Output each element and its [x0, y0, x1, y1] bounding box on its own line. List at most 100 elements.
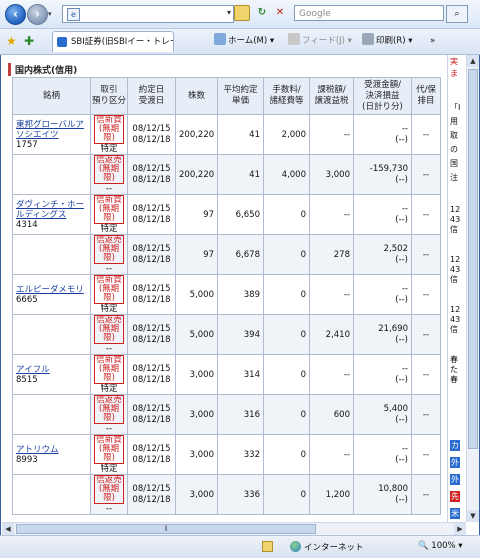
account-type: -- [105, 344, 113, 354]
stock-link[interactable]: アトリウム [16, 445, 87, 455]
side-panel-text: 信 [450, 325, 458, 334]
stock-link[interactable]: 東邦グローバルアソシエイツ [16, 120, 87, 140]
col-header-dates: 約定日 受渡日 [127, 77, 176, 115]
address-dropdown-icon[interactable]: ▾ [227, 8, 231, 17]
side-panel-text: 先 [450, 491, 460, 502]
scroll-left-icon[interactable]: ◀ [2, 523, 14, 535]
right-side-panel: 実ま「I 用取の国注 12 43 信 12 43 信 12 43 信春た春カ外外先米 [447, 55, 466, 522]
table-body: 東邦グローバルアソシエイツ 1757 信新買 (無期限) 特定 08/12/15 08/12… [12, 114, 441, 515]
side-panel-text: 43 [450, 265, 461, 274]
trade-type-cell: 信新買 (無期限) 特定 [90, 114, 128, 155]
fee-cell: 2,000 [263, 114, 310, 155]
side-panel-text: 実 [450, 57, 458, 66]
side-panel-text: 12 [450, 205, 461, 214]
side-panel-text: 外 [450, 457, 460, 468]
zoom-control[interactable]: 🔍 100% ▾ [418, 541, 463, 551]
home-button[interactable]: ホーム(M) ▾ [214, 30, 274, 52]
tail-cell: -- [411, 154, 441, 195]
dates-cell: 08/12/15 08/12/18 [127, 314, 176, 355]
toolbar-chevron-icon[interactable]: » [430, 30, 435, 52]
fee-cell: 0 [263, 354, 310, 395]
stock-link[interactable]: エルピーダメモリ [16, 285, 87, 295]
price-cell: 314 [217, 354, 264, 395]
col-header-pl: 受渡金額/ 決済損益 (日計り分) [353, 77, 412, 115]
tail-cell: -- [411, 114, 441, 155]
stop-icon[interactable]: ✕ [272, 5, 288, 21]
address-bar[interactable]: e ▾ [62, 5, 234, 23]
side-panel-text: ま [450, 69, 458, 78]
pl-cell: -- (--) [353, 194, 412, 235]
print-icon [362, 33, 374, 45]
table-row: エルピーダメモリ 6665 信新買 (無期限) 特定 08/12/15 08/12/18 5,… [12, 274, 441, 315]
stock-name-cell [12, 234, 91, 275]
print-button[interactable]: 印刷(R) ▾ [362, 30, 413, 52]
fee-cell: 4,000 [263, 154, 310, 195]
pl-cell: -- (--) [353, 274, 412, 315]
trade-type-label: 信返売 (無期限) [94, 315, 124, 344]
vertical-scrollbar[interactable]: ▲ ▼ [466, 55, 479, 522]
col-header-name: 銘柄 [12, 77, 91, 115]
shares-cell: 3,000 [175, 434, 218, 475]
dates-cell: 08/12/15 08/12/18 [127, 274, 176, 315]
vertical-scroll-thumb[interactable] [468, 69, 478, 449]
tab-sbi-securities[interactable]: SBI証券(旧SBIイー・トレー… [52, 31, 174, 52]
add-favorite-icon[interactable]: ✚ [24, 34, 34, 48]
tax-cell: -- [309, 194, 354, 235]
history-dropdown-icon[interactable]: ▾ [48, 10, 52, 18]
stock-name-cell [12, 154, 91, 195]
horizontal-scrollbar[interactable]: ◀ ⦀ ▶ [2, 522, 466, 535]
tax-cell: -- [309, 114, 354, 155]
search-icon[interactable]: ⌕ [446, 5, 468, 23]
trade-type-cell: 信新買 (無期限) 特定 [90, 354, 128, 395]
horizontal-scroll-thumb[interactable]: ⦀ [16, 524, 316, 534]
trade-type-label: 信新買 (無期限) [94, 195, 124, 224]
stock-name-cell [12, 314, 91, 355]
account-type: -- [105, 424, 113, 434]
trade-type-label: 信返売 (無期限) [94, 235, 124, 264]
trade-type-label: 信返売 (無期限) [94, 475, 124, 504]
price-cell: 389 [217, 274, 264, 315]
feed-button[interactable]: フィード(J) ▾ [288, 30, 352, 52]
side-panel-text: の [450, 145, 458, 154]
side-panel-text: 春 [450, 355, 458, 364]
scroll-down-icon[interactable]: ▼ [467, 510, 479, 522]
account-type: -- [105, 184, 113, 194]
price-cell: 394 [217, 314, 264, 355]
tab-label: SBI証券(旧SBIイー・トレー… [71, 37, 173, 47]
pl-cell: 5,400 (--) [353, 394, 412, 435]
pl-cell: 10,800 (--) [353, 474, 412, 515]
stock-code: 4314 [16, 219, 38, 230]
stock-link[interactable]: アイフル [16, 365, 87, 375]
account-type: 特定 [100, 304, 118, 314]
stock-link[interactable]: ダヴィンチ・ホールディングス [16, 200, 87, 220]
side-panel-text: 外 [450, 474, 460, 485]
lock-icon[interactable] [234, 5, 250, 21]
status-bar: インターネット 🔍 100% ▾ [0, 535, 480, 558]
forward-arrow-icon[interactable]: › [27, 4, 48, 25]
navigation-bar: ‹ › ▾ e ▾ ↻ ✕ Google ⌕ [0, 0, 480, 29]
trade-type-cell: 信返売 (無期限) -- [90, 394, 128, 435]
col-header-tax: 課税額/ 譲渡益税 [309, 77, 354, 115]
tax-cell: 600 [309, 394, 354, 435]
table-row: 信返売 (無期限) -- 08/12/15 08/12/18 97 6,678 0 278 2,5… [12, 234, 441, 275]
col-header-price: 平均約定 単価 [217, 77, 264, 115]
side-panel-text: 43 [450, 215, 461, 224]
table-header-row: 銘柄 取引 預り区分 約定日 受渡日 株数 平均約定 単価 手数料/ 諸経費等 … [12, 77, 441, 115]
back-arrow-icon[interactable]: ‹ [5, 4, 26, 25]
pl-cell: -- (--) [353, 114, 412, 155]
shares-cell: 5,000 [175, 274, 218, 315]
section-title: 国内株式(信用) [8, 63, 77, 76]
scroll-up-icon[interactable]: ▲ [467, 55, 479, 67]
refresh-icon[interactable]: ↻ [254, 5, 270, 21]
price-cell: 336 [217, 474, 264, 515]
side-panel-text: カ [450, 440, 460, 451]
dates-cell: 08/12/15 08/12/18 [127, 474, 176, 515]
table-row: 信返売 (無期限) -- 08/12/15 08/12/18 3,000 336 0 1,200… [12, 474, 441, 515]
side-panel-text: 取 [450, 131, 458, 140]
search-input[interactable]: Google [294, 5, 444, 21]
tail-cell: -- [411, 314, 441, 355]
price-cell: 6,678 [217, 234, 264, 275]
fee-cell: 0 [263, 194, 310, 235]
scroll-right-icon[interactable]: ▶ [454, 523, 466, 535]
favorites-star-icon[interactable]: ★ [6, 34, 17, 48]
